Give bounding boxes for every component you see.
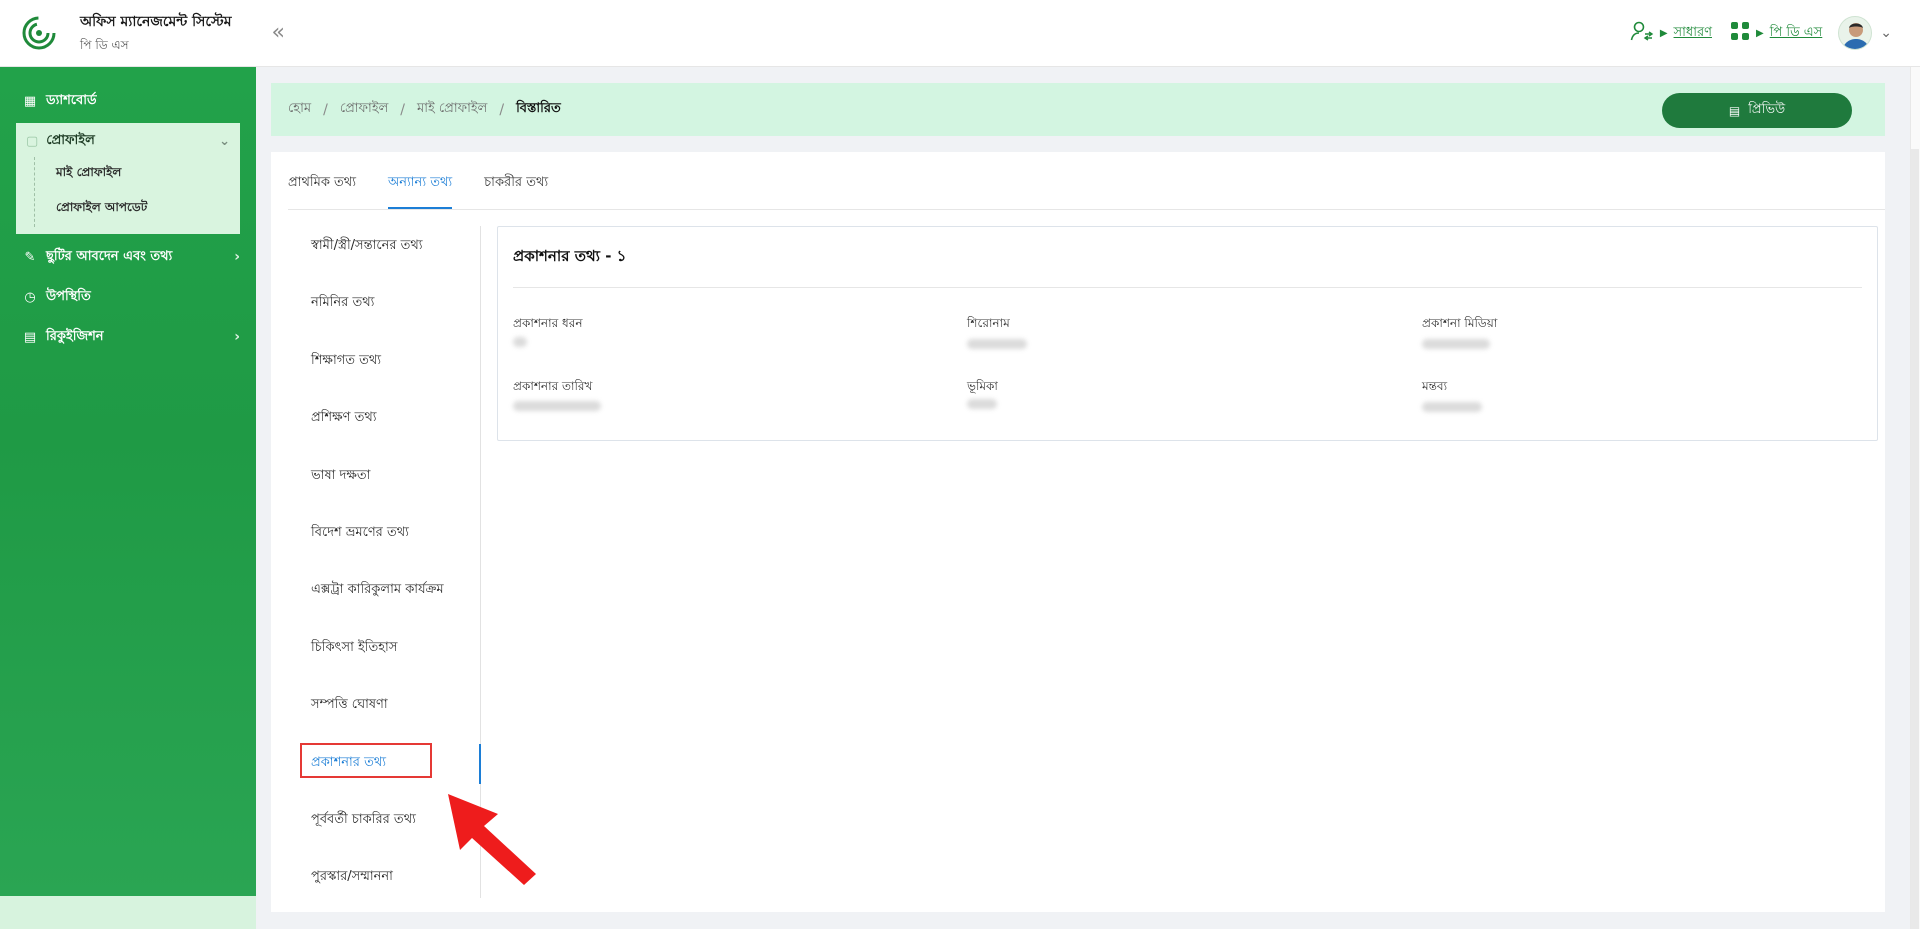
leave-icon: ✎	[24, 249, 36, 265]
side-item-property[interactable]: সম্পত্তি ঘোষণা	[311, 695, 388, 716]
sidebar-item-label: প্রোফাইল	[46, 133, 95, 148]
sidebar-item-attendance[interactable]: ◷ উপস্থিতি	[22, 285, 240, 309]
sidebar-subitem-profile-update[interactable]: প্রোফাইল আপডেট	[56, 199, 147, 219]
redacted-value	[967, 399, 997, 409]
sidebar-item-leave[interactable]: ✎ ছুটির আবদেন এবং তথ্য ›	[22, 245, 240, 269]
sidebar-footer	[0, 896, 256, 929]
clock-icon: ◷	[24, 289, 36, 305]
app-subtitle: পি ডি এস	[80, 37, 129, 52]
profile-icon: ▢	[26, 134, 39, 149]
sidebar: ▦ ড্যাশবোর্ড ▢ প্রোফাইল ⌄ মাই প্রোফাইল প…	[0, 67, 256, 896]
side-item-education[interactable]: শিক্ষাগত তথ্য	[311, 351, 381, 372]
chevron-right-icon: ›	[234, 329, 240, 345]
publication-card: প্রকাশনার তথ্য - ১ প্রকাশনার ধরন শিরোনাম…	[497, 226, 1878, 441]
requisition-icon: ▤	[23, 329, 37, 345]
caret-right-icon: ▶	[1755, 27, 1764, 39]
tab-bar: প্রাথমিক তথ্য অন্যান্য তথ্য চাকরীর তথ্য	[288, 152, 1885, 210]
field-label-role: ভূমিকা	[967, 379, 998, 393]
breadcrumb-separator: /	[400, 101, 405, 118]
breadcrumb-separator: /	[499, 101, 505, 118]
field-label-heading: শিরোনাম	[967, 316, 1010, 330]
breadcrumb-my-profile[interactable]: মাই প্রোফাইল	[417, 99, 487, 120]
chevron-down-icon: ⌄	[219, 134, 230, 149]
redacted-value	[513, 337, 527, 347]
highlight-box	[300, 743, 432, 778]
brand: অফিস ম্যানেজমেন্ট সিস্টেম পি ডি এস	[22, 10, 232, 57]
sidebar-item-label: উপস্থিতি	[46, 288, 91, 304]
role-switch-pds[interactable]: ▶ পি ডি এস	[1730, 21, 1822, 45]
publication-title: প্রকাশনার তথ্য - ১	[513, 247, 627, 265]
sidebar-item-dashboard[interactable]: ▦ ড্যাশবোর্ড	[22, 89, 240, 113]
sidebar-subitem-my-profile[interactable]: মাই প্রোফাইল	[56, 164, 121, 184]
side-item-medical-history[interactable]: চিকিৎসা ইতিহাস	[311, 638, 397, 659]
redacted-value	[1422, 339, 1490, 349]
breadcrumb-profile[interactable]: প্রোফাইল	[340, 99, 388, 120]
sidebar-item-label: ড্যাশবোর্ড	[46, 92, 97, 108]
tab-job-info[interactable]: চাকরীর তথ্য	[484, 173, 548, 209]
field-label-media: প্রকাশনা মিডিয়া	[1422, 316, 1498, 330]
side-item-nominee[interactable]: নমিনির তথ্য	[311, 293, 374, 314]
sidebar-item-requisition[interactable]: ▤ রিকুইজিশন ›	[22, 325, 240, 349]
side-item-awards[interactable]: পুরস্কার/সম্মাননা	[311, 867, 393, 888]
active-indicator	[479, 744, 481, 784]
scrollbar[interactable]	[1910, 67, 1920, 929]
side-item-foreign-travel[interactable]: বিদেশ ভ্রমণের তথ্য	[311, 523, 409, 544]
field-label-type: প্রকাশনার ধরন	[513, 316, 583, 330]
side-item-training[interactable]: প্রশিক্ষণ তথ্য	[311, 408, 377, 429]
chevron-right-icon: ›	[234, 249, 240, 265]
sidebar-item-label: রিকুইজিশন	[46, 328, 104, 344]
tab-other-info[interactable]: অন্যান্য তথ্য	[388, 173, 453, 209]
submenu-guide	[34, 157, 35, 227]
chevron-down-icon[interactable]: ⌄	[1880, 25, 1892, 41]
field-label-date: প্রকাশনার তারিখ	[513, 379, 593, 393]
tab-basic-info[interactable]: প্রাথমিক তথ্য	[288, 173, 356, 209]
side-item-previous-job[interactable]: পূর্ববর্তী চাকরির তথ্য	[311, 810, 416, 831]
sidebar-profile-group: ▢ প্রোফাইল ⌄ মাই প্রোফাইল প্রোফাইল আপডেট	[16, 123, 240, 234]
redacted-value	[513, 401, 601, 411]
divider	[513, 287, 1862, 288]
redacted-value	[967, 339, 1027, 349]
field-label-remarks: মন্তব্য	[1422, 379, 1448, 393]
caret-right-icon: ▶	[1659, 27, 1668, 39]
breadcrumb-home[interactable]: হোম	[288, 99, 311, 120]
side-item-family[interactable]: স্বামী/স্ত্রী/সন্তানের তথ্য	[311, 236, 423, 257]
sidebar-item-profile[interactable]: ▢ প্রোফাইল ⌄	[26, 131, 230, 152]
side-item-language[interactable]: ভাষা দক্ষতা	[311, 466, 370, 487]
apps-grid-icon	[1730, 21, 1750, 45]
sidebar-item-label: ছুটির আবদেন এবং তথ্য	[46, 248, 173, 264]
document-icon: ▤	[1728, 103, 1741, 118]
logo-icon	[22, 16, 56, 50]
side-item-extracurricular[interactable]: এক্সট্রা কারিকুলাম কার্যক্রম	[311, 580, 444, 601]
preview-button-label: প্রিভিউ	[1748, 102, 1786, 117]
collapse-sidebar-icon[interactable]: «	[272, 22, 285, 44]
preview-button[interactable]: ▤ প্রিভিউ	[1662, 93, 1852, 128]
breadcrumb: হোম / প্রোফাইল / মাই প্রোফাইল / বিস্তারি…	[271, 83, 1885, 136]
scrollbar-thumb[interactable]	[1911, 149, 1919, 929]
breadcrumb-separator: /	[323, 101, 328, 118]
breadcrumb-current: বিস্তারিত	[516, 101, 561, 116]
user-switch-icon	[1630, 20, 1654, 46]
top-header: অফিস ম্যানেজমেন্ট সিস্টেম পি ডি এস « ▶ স…	[0, 0, 1920, 67]
role-link-pds[interactable]: পি ডি এস	[1770, 23, 1823, 44]
dashboard-icon: ▦	[23, 93, 37, 109]
redacted-value	[1422, 402, 1482, 412]
avatar[interactable]	[1838, 16, 1873, 50]
role-switch-general[interactable]: ▶ সাধারণ	[1630, 20, 1712, 46]
app-title: অফিস ম্যানেজমেন্ট সিস্টেম	[80, 13, 232, 30]
red-arrow-icon	[448, 794, 536, 885]
role-link-general[interactable]: সাধারণ	[1674, 23, 1712, 44]
